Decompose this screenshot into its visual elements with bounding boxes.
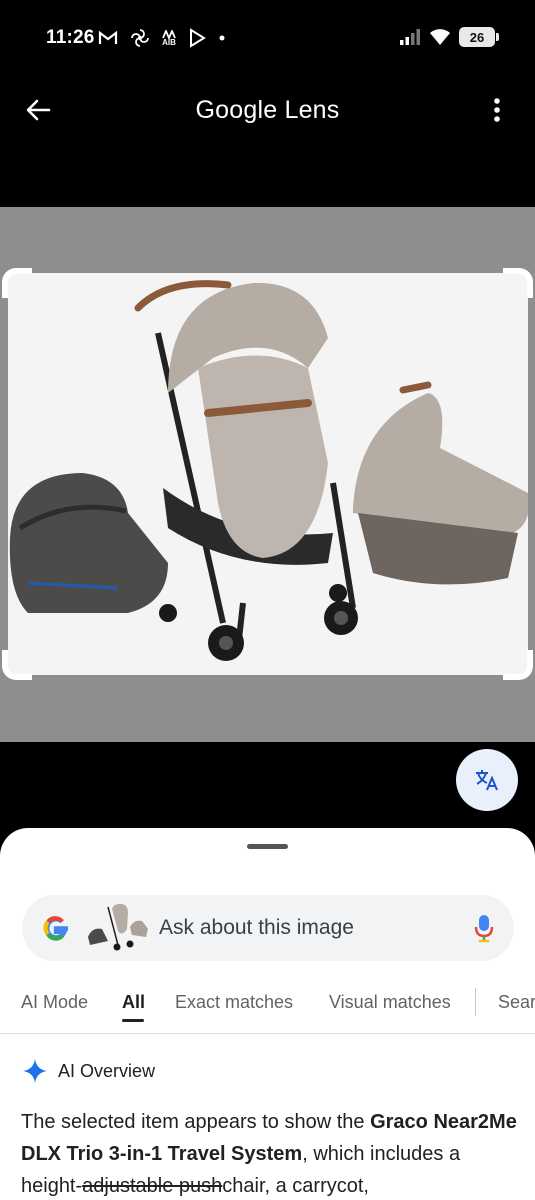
tab-divider [475,988,476,1016]
signal-icon [400,29,420,45]
more-vert-icon [494,98,500,122]
search-placeholder[interactable]: Ask about this image [159,916,354,940]
lens-image-area[interactable] [0,207,535,742]
battery-icon: 26 [459,27,499,47]
ai-overview-text: The selected item appears to show the Gr… [21,1106,521,1200]
tab-exact-matches[interactable]: Exact matches [175,992,293,1013]
results-tabs: AI Mode All Exact matches Visual matches… [0,988,535,1034]
dot-icon [219,35,225,41]
gmail-icon [98,30,118,44]
aib-icon: AIB [162,29,176,47]
active-tab-indicator [122,1019,144,1022]
crop-handle-top-right[interactable] [503,268,533,298]
status-time: 11:26 [46,27,95,48]
overview-text-struck: adjustable push [82,1175,223,1197]
system-icons: 26 [399,27,499,47]
overview-text-part: chair, a carrycot, [222,1175,369,1197]
tab-all[interactable]: All [122,992,145,1013]
crop-handle-bottom-right[interactable] [503,650,533,680]
app-title: Google Lens [195,96,340,124]
wifi-icon [430,29,450,45]
translate-icon [476,770,498,791]
sparkle-icon [23,1059,47,1083]
tab-search[interactable]: Sear [498,992,535,1013]
image-thumbnail[interactable] [84,901,150,955]
crop-handle-bottom-left[interactable] [2,650,32,680]
stroller-thumbnail [84,901,150,955]
play-icon [190,28,206,48]
mic-icon[interactable] [474,913,494,943]
drag-handle[interactable] [247,844,288,849]
battery-level: 26 [469,29,485,45]
overview-text-part: The selected item appears to show the [21,1111,371,1133]
notification-icons: AIB [98,28,226,48]
tab-ai-mode[interactable]: AI Mode [21,992,88,1013]
google-g-icon [43,916,68,941]
pinwheel-icon [131,29,149,47]
more-options-button[interactable] [479,90,515,130]
selected-image-region[interactable] [8,273,528,675]
app-bar: Google Lens [0,76,535,148]
stroller-product-photo [9,280,528,661]
tab-visual-matches[interactable]: Visual matches [329,992,451,1013]
ai-overview-header: AI Overview [22,1058,155,1084]
status-bar: 11:26 AIB 26 [0,0,535,76]
results-bottom-sheet[interactable]: Ask about this image AI Mode All Exact m… [0,828,535,1200]
ai-overview-label: AI Overview [58,1060,156,1081]
translate-button[interactable] [456,749,518,811]
search-bar[interactable]: Ask about this image [22,895,514,961]
crop-handle-top-left[interactable] [2,268,32,298]
